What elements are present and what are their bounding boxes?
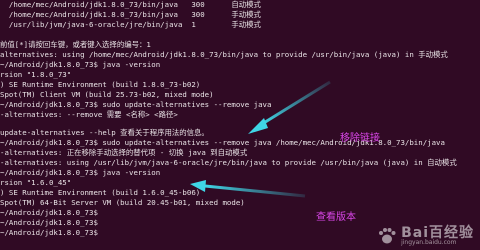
watermark-url: jingyan.baidu.com (401, 239, 457, 246)
terminal-line: /home/mec/Android/jdk1.8.0_73/bin/java 3… (0, 10, 261, 19)
watermark: Bai百经验 jingyan.baidu.com (377, 226, 474, 246)
terminal-line: /usr/lib/jvm/java-6-oracle/jre/bin/java … (0, 20, 261, 29)
terminal-line: ) SE Runtime Environment (build 1.6.0_45… (0, 188, 201, 197)
terminal-line: update-alternatives --help 查看关于程序用法的信息。 (0, 128, 209, 137)
terminal-line: ) SE Runtime Environment (build 1.8.0_73… (0, 80, 201, 89)
terminal-line: rsion "1.6.0_45" (0, 178, 72, 187)
terminal-line: ~/Android/jdk1.8.0_73$ sudo update-alter… (0, 138, 445, 147)
terminal-line: alternatives: using /home/mec/Android/jd… (0, 50, 448, 59)
terminal-line: ~/Android/jdk1.8.0_73$ (0, 208, 98, 217)
terminal-line: ~/Android/jdk1.8.0_73$ java -version (0, 60, 161, 69)
terminal-line: Spot(TM) Client VM (build 25.73-b02, mix… (0, 90, 214, 99)
terminal-line: /home/mec/Android/jdk1.8.0_73/bin/java 3… (0, 0, 261, 9)
terminal-line: -alternatives: using /usr/lib/jvm/java-6… (0, 158, 457, 167)
annotation-remove-link: 移除链接 (340, 133, 380, 144)
terminal-line: ~/Android/jdk1.8.0_73$ sudo update-alter… (0, 100, 272, 109)
terminal-line: Spot(TM) 64-Bit Server VM (build 20.45-b… (0, 198, 245, 207)
terminal-line: -alternatives: 正在移除手动选择的替代项 - 切换 java 到自… (0, 148, 248, 157)
annotation-check-version: 查看版本 (316, 212, 356, 223)
watermark-brand: Bai百经验 (401, 225, 474, 241)
terminal-line: ~/Android/jdk1.8.0_73$ java -version (0, 168, 161, 177)
terminal-line: rsion "1.8.0_73" (0, 70, 72, 79)
terminal-line: 前值[*]请按回车键，或者键入选择的编号：1 (0, 40, 151, 49)
terminal-window[interactable]: /home/mec/Android/jdk1.8.0_73/bin/java 3… (0, 0, 480, 250)
baidu-paw-icon (379, 228, 396, 244)
terminal-line: -alternatives: --remove 需要 <名称> <路径> (0, 110, 178, 119)
